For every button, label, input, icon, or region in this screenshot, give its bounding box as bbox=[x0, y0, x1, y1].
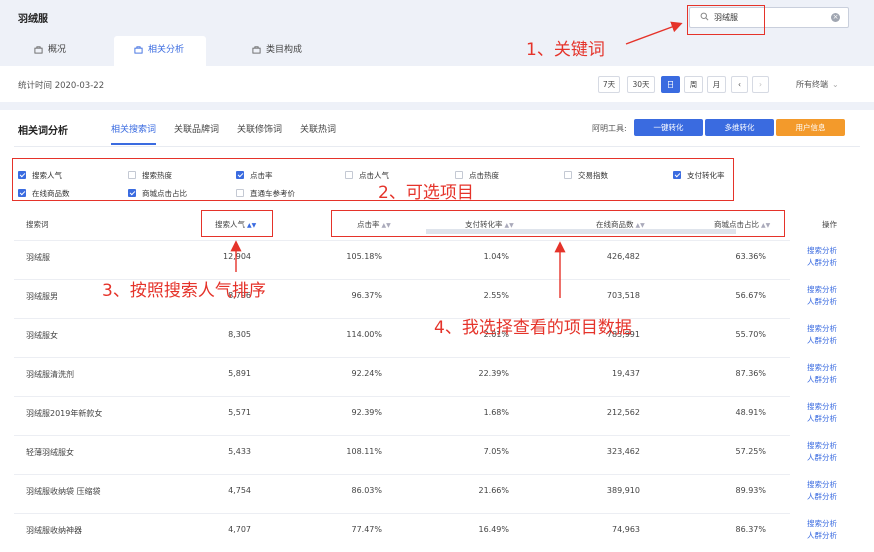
arrow-to-search bbox=[625, 21, 683, 45]
annotation-arrows bbox=[230, 21, 683, 298]
